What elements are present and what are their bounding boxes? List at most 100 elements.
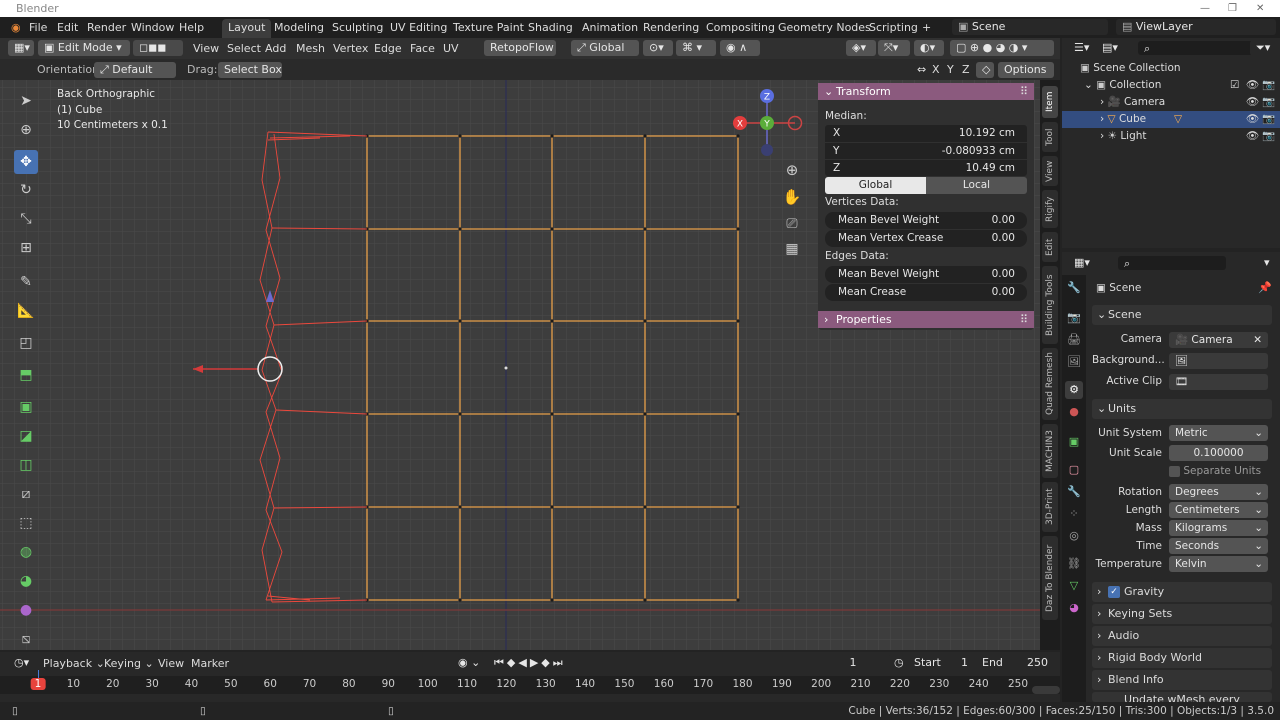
expand-right-icon[interactable]: › [1100, 113, 1108, 125]
tab-modeling[interactable]: Modeling [268, 19, 330, 38]
separate-units-row[interactable]: Separate Units [1169, 465, 1261, 477]
display-mode-icon[interactable]: ▤▾ [1096, 40, 1120, 56]
camera-render-icon[interactable]: 📷 [1262, 128, 1275, 145]
tab-building-tools[interactable]: Building Tools [1042, 266, 1058, 344]
timeline-editor-type-icon[interactable]: ◷▾ [8, 655, 36, 671]
tab-uv-editing[interactable]: UV Editing [384, 19, 453, 38]
props-editor-type-icon[interactable]: ▦▾ [1068, 255, 1094, 271]
tab-view[interactable]: View [1042, 156, 1058, 186]
menu-edit[interactable]: Edit [52, 19, 83, 36]
tab-rigify[interactable]: Rigify [1042, 190, 1058, 228]
bevel-tool-icon[interactable]: ◪ [14, 424, 38, 448]
knife-tool-icon[interactable]: ⧄ [14, 482, 38, 506]
current-frame-marker[interactable]: 1 [30, 678, 46, 690]
render-tab-icon[interactable]: 📷 [1065, 309, 1083, 327]
eye-icon[interactable]: 👁 [1246, 128, 1259, 145]
temperature-select[interactable]: Kelvin ⌄ [1169, 556, 1268, 572]
shading-mode-icons[interactable]: ▢ ⊕ ● ◕ ◑ ▾ [950, 40, 1054, 56]
unit-scale-field[interactable]: 0.100000 [1169, 445, 1268, 461]
view-layer-tab-icon[interactable]: 🖼 [1065, 353, 1083, 371]
tab-shading[interactable]: Shading [522, 19, 579, 38]
camera-render-icon[interactable]: 📷 [1262, 111, 1275, 128]
minimize-icon[interactable]: — [1200, 0, 1210, 17]
vertex-bevel-weight-field[interactable]: Mean Bevel Weight 0.00 [825, 212, 1027, 229]
menu-render[interactable]: Render [82, 19, 131, 36]
vp-menu-vertex[interactable]: Vertex [328, 40, 373, 57]
object-tab-icon[interactable]: ▢ [1065, 461, 1083, 479]
median-y-field[interactable]: Y -0.080933 cm [825, 142, 1027, 159]
vp-menu-add[interactable]: Add [260, 40, 291, 57]
smooth-tool-icon[interactable]: ◕ [14, 569, 38, 593]
record-icon[interactable]: ◉ ⌄ [452, 655, 480, 671]
blend-info-section-header[interactable]: › Blend Info [1092, 670, 1272, 690]
edge-bevel-weight-field[interactable]: Mean Bevel Weight 0.00 [825, 266, 1027, 283]
gravity-section-header[interactable]: › ✓ Gravity [1092, 582, 1272, 602]
outliner-search-input[interactable]: ⌕ [1138, 41, 1268, 55]
end-frame-field[interactable]: End 250 [976, 655, 1054, 671]
tab-quad-remesh[interactable]: Quad Remesh [1042, 348, 1058, 420]
vertex-crease-field[interactable]: Mean Vertex Crease 0.00 [825, 230, 1027, 247]
median-z-field[interactable]: Z 10.49 cm [825, 159, 1027, 176]
start-frame-field[interactable]: Start 1 [908, 655, 974, 671]
expand-right-icon[interactable]: › [1100, 96, 1108, 108]
timeline-menu-marker[interactable]: Marker [186, 655, 234, 672]
tab-edit[interactable]: Edit [1042, 232, 1058, 262]
ortho-grid-icon[interactable]: ▦ [785, 241, 798, 257]
select-mode-icons[interactable]: ◻◼◼ [133, 40, 183, 56]
outliner-row-scene-collection[interactable]: ▣ Scene Collection [1062, 60, 1280, 77]
tab-rendering[interactable]: Rendering [637, 19, 705, 38]
visibility-icon[interactable]: ◈▾ [846, 40, 876, 56]
expand-right-icon[interactable]: › [1100, 130, 1108, 142]
tab-tool[interactable]: Tool [1042, 122, 1058, 152]
camera-render-icon[interactable]: 📷 [1262, 94, 1275, 111]
nav-gizmo-neg-z[interactable] [761, 144, 773, 156]
timeline-menu-keying[interactable]: Keying ⌄ [99, 655, 159, 672]
inset-tool-icon[interactable]: ▣ [14, 395, 38, 419]
output-tab-icon[interactable]: 🖨 [1065, 331, 1083, 349]
select-cursor-icon[interactable]: ➤ [14, 89, 38, 113]
filter-icon[interactable]: ⏷▾ [1250, 40, 1274, 56]
constraints-tab-icon[interactable]: ⛓ [1065, 555, 1083, 573]
eye-icon[interactable]: 👁 [1246, 111, 1259, 128]
length-select[interactable]: Centimeters ⌄ [1169, 502, 1268, 518]
tab-daz-to-blender[interactable]: Daz To Blender [1042, 536, 1058, 620]
scene-section-header[interactable]: ⌄ Scene [1092, 305, 1272, 325]
drag-handle-icon[interactable]: ⠿ [1020, 83, 1028, 100]
timeline-menu-view[interactable]: View [153, 655, 189, 672]
tool-tab-icon[interactable]: 🔧 [1065, 279, 1083, 297]
options-button[interactable]: Options [998, 62, 1054, 78]
zoom-icon[interactable]: ⊕ [786, 161, 799, 179]
audio-section-header[interactable]: › Audio [1092, 626, 1272, 646]
frame-ruler[interactable]: 1 10 20 30 40 50 60 70 80 90 100 110 120 130 140 150 160… [0, 676, 1060, 694]
viewlayer-selector[interactable]: ▤ ViewLayer [1116, 19, 1276, 35]
add-cube-tool-icon[interactable]: ◰ [14, 331, 38, 355]
clear-icon[interactable]: ✕ [1253, 332, 1262, 348]
units-section-header[interactable]: ⌄ Units [1092, 399, 1272, 419]
current-frame-field[interactable]: 1 [822, 655, 884, 671]
props-options-icon[interactable]: ▾ [1258, 255, 1276, 271]
drag-selector[interactable]: Select Box [218, 62, 282, 78]
outliner-row-collection[interactable]: ⌄ ▣ Collection ☑ 👁 📷 [1062, 77, 1280, 94]
vp-menu-face[interactable]: Face [405, 40, 440, 57]
outliner-editor-type-icon[interactable]: ☰▾ [1068, 40, 1092, 56]
vp-menu-mesh[interactable]: Mesh [291, 40, 330, 57]
unit-system-select[interactable]: Metric ⌄ [1169, 425, 1268, 441]
eye-icon[interactable]: 👁 [1246, 94, 1259, 111]
outliner-row-camera[interactable]: › 🎥 Camera 👁 📷 [1062, 94, 1280, 111]
active-clip-field[interactable]: 🎞 [1169, 374, 1268, 390]
measure-tool-icon[interactable]: 📐 [14, 299, 38, 323]
particles-tab-icon[interactable]: ⁘ [1065, 505, 1083, 523]
data-tab-icon[interactable]: ▽ [1065, 577, 1083, 595]
material-tab-icon[interactable]: ◕ [1065, 599, 1083, 617]
modifier-tab-icon[interactable]: 🔧 [1065, 483, 1083, 501]
tab-machin3[interactable]: MACHIN3 [1042, 424, 1058, 478]
world-tab-icon[interactable]: ● [1065, 403, 1083, 421]
transform-panel-header[interactable]: ⌄ Transform ⠿ [818, 83, 1034, 100]
keying-sets-section-header[interactable]: › Keying Sets [1092, 604, 1272, 624]
menu-file[interactable]: File [24, 19, 52, 36]
add-workspace-button[interactable]: + [916, 19, 937, 38]
camera-field[interactable]: 🎥 Camera ✕ [1169, 332, 1268, 348]
global-toggle[interactable]: Global [825, 177, 926, 194]
vp-menu-edge[interactable]: Edge [369, 40, 407, 57]
camera-render-icon[interactable]: 📷 [1262, 77, 1275, 94]
